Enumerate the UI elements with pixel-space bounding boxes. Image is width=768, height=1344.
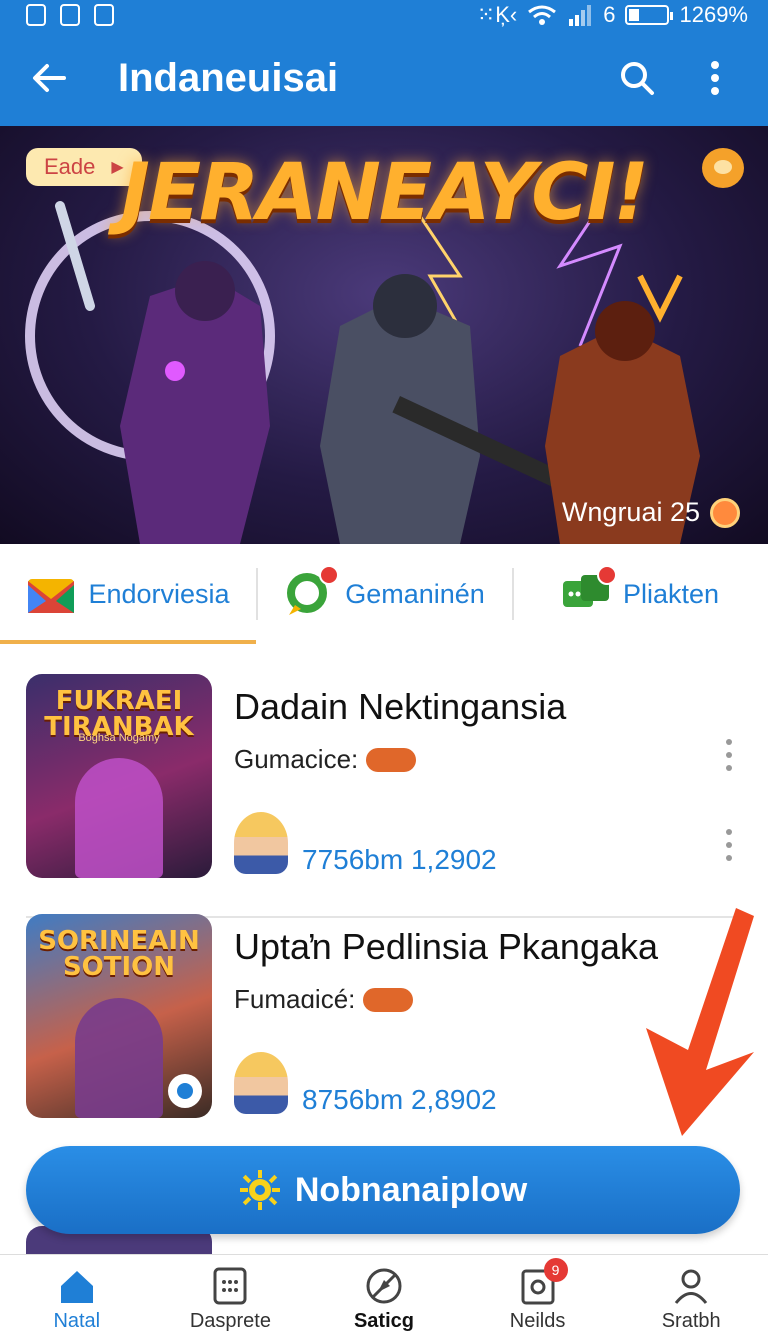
avatar [234, 812, 288, 874]
genre-pill-icon [366, 747, 417, 772]
tab-label: Pliakten [622, 578, 720, 609]
item-title: Uptaŉ Pedlinsia Pkangaka [234, 926, 659, 967]
nav-label: Sratbh [661, 1310, 721, 1332]
overflow-menu-button[interactable] [690, 53, 740, 103]
status-notification-icons [26, 4, 114, 26]
item-stats: 8756bm 2,8902 [302, 1084, 497, 1115]
game-thumbnail[interactable]: SORINEAIN SOTION [26, 914, 212, 1118]
game-thumbnail[interactable]: FUKRAEI TIRANBAK Boghsa Nogamy [26, 674, 212, 878]
page-title: Indaneuisai [118, 55, 339, 100]
more-vert-icon [711, 61, 719, 95]
nav-item-neilds[interactable]: 9 Neilds [461, 1255, 615, 1344]
back-button[interactable] [24, 53, 74, 103]
nav-label: Dasprete [189, 1310, 271, 1332]
thumbnail-subtitle: Boghsa Nogamy [78, 732, 160, 744]
signal-icon: ⁙Ķ‹ [476, 2, 518, 27]
avatar [234, 1052, 288, 1114]
sim-icon [26, 4, 46, 26]
thumbnail-character [75, 998, 163, 1118]
edit-icon [94, 4, 114, 26]
back-arrow-icon [33, 64, 66, 92]
nav-item-sratbh[interactable]: Sratbh [614, 1255, 768, 1344]
photo-icon [60, 4, 80, 26]
cta-label: Nobnanaiplow [294, 1170, 528, 1209]
nav-item-natal[interactable]: Natal [0, 1255, 154, 1344]
genre-pill-icon [363, 987, 414, 1012]
item-subtitle: Fumaɑicé: [234, 984, 414, 1015]
item-title: Dadain Nektingansia [234, 686, 567, 727]
wifi-icon [528, 5, 557, 25]
item-more-button[interactable] [714, 720, 744, 790]
thumbnail-title: SORINEAIN SOTION [38, 926, 200, 982]
app-bar: Indaneuisai [0, 30, 768, 126]
battery-percent: 1269% [679, 2, 748, 27]
tab-pliakten[interactable]: Pliakten [512, 544, 768, 644]
search-icon [621, 62, 654, 95]
item-subtitle: Gumacice: [234, 744, 417, 775]
nav-label: Neilds [509, 1310, 566, 1332]
chat-bubble-icon[interactable] [702, 148, 744, 188]
sun-gear-icon [239, 1170, 280, 1210]
nav-item-dasprete[interactable]: Dasprete [154, 1255, 308, 1344]
notification-badge: 9 [543, 1258, 568, 1282]
nav-label: Saticg [353, 1310, 414, 1332]
item-subtitle-text: Gumacice: [234, 744, 359, 774]
mail-icon [28, 579, 75, 613]
home-icon [60, 1271, 93, 1303]
tab-label: Gemaninén [345, 578, 485, 609]
status-system-icons: ⁙Ķ‹ 6 1269% [477, 2, 748, 28]
compass-icon [366, 1268, 402, 1304]
bottom-navigation: Natal Dasprete Saticg 9 Neilds Sratbh [0, 1254, 768, 1344]
tab-gemaninen[interactable]: Gemaninén [256, 544, 512, 644]
item-stats: 7756bm 1,2902 [302, 844, 497, 875]
banner-footer-text: Wngruai 25 [561, 497, 700, 527]
battery-icon [625, 5, 674, 25]
coin-icon [710, 497, 740, 528]
tab-endorviesia[interactable]: Endorviesia [0, 544, 256, 644]
battery-level-text: 6 [603, 2, 616, 27]
down-arrow-icon [646, 908, 754, 1136]
list-item[interactable]: FUKRAEI TIRANBAK Boghsa Nogamy Dadain Ne… [0, 666, 768, 918]
thumbnail-character [75, 758, 163, 878]
notification-badge [319, 565, 340, 585]
nav-label: Natal [53, 1310, 101, 1332]
cell-signal-icon [569, 5, 592, 26]
grid-icon [213, 1267, 247, 1305]
category-tabs: Endorviesia Gemaninén Pliakten [0, 544, 768, 644]
notification-badge [596, 565, 617, 585]
item-subtitle-text: Fumaɑicé: [234, 984, 356, 1014]
play-icon[interactable] [168, 1074, 202, 1108]
item-secondary-more-button[interactable] [714, 822, 744, 868]
banner-title: JERANEAYCI! [120, 148, 649, 238]
banner-footer: Wngruai 25 [562, 497, 740, 528]
chat-bubble-icon [283, 565, 340, 617]
news-icon: 9 [518, 1258, 568, 1306]
tab-label: Endorviesia [88, 578, 230, 609]
search-button[interactable] [612, 53, 662, 103]
messages-icon [561, 565, 617, 617]
profile-icon [674, 1269, 708, 1304]
primary-cta-button[interactable]: Nobnanaiplow [26, 1146, 740, 1234]
nav-item-saticg[interactable]: Saticg [307, 1255, 461, 1344]
status-bar: ⁙Ķ‹ 6 1269% [0, 0, 768, 30]
featured-banner[interactable]: Eade ▶ JERANEAYCI! Wngruai 25 [0, 126, 768, 544]
